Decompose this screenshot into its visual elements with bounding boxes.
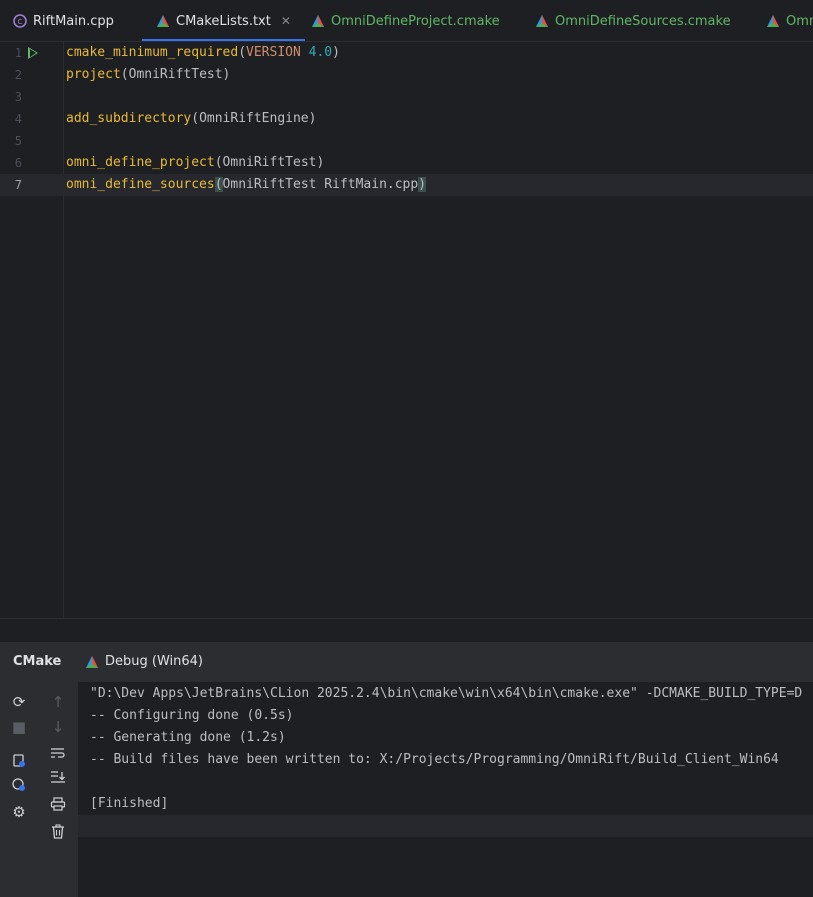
tab-debug-win64[interactable]: Debug (Win64) [85,654,203,669]
code-line[interactable]: 1 cmake_minimum_required(VERSION 4.0) [0,42,813,64]
stop-icon[interactable]: ■ [8,716,30,738]
cmake-file-icon [157,15,169,27]
console-line: -- Configuring done (0.5s) [90,708,294,723]
code-line[interactable]: 5 [0,130,813,152]
trash-icon[interactable] [47,820,69,842]
code-text: omni_define_project(OmniRiftTest) [66,155,325,170]
tab-label: OmniDefineProject.cmake [331,13,500,29]
tool-window-title: CMake [13,654,62,669]
line-number: 4 [14,112,22,126]
code-line[interactable]: 4 add_subdirectory(OmniRiftEngine) [0,108,813,130]
console-line: -- Build files have been written to: X:/… [90,752,779,767]
line-number: 6 [14,156,22,170]
run-icon[interactable] [28,47,38,59]
scroll-to-end-icon[interactable] [47,766,69,788]
cmake-icon [86,655,98,668]
editor-panel-divider[interactable] [0,618,813,642]
code-text: cmake_minimum_required(VERSION 4.0) [66,45,340,60]
cmake-file-icon [536,15,548,27]
tool-window-header: CMake Debug (Win64) [0,642,813,682]
clean-reload-icon[interactable] [8,749,30,771]
line-number: 2 [14,68,22,82]
line-number: 1 [14,46,22,60]
tab-riftmain-cpp[interactable]: C RiftMain.cpp [13,0,114,41]
tab-omnidefinesources[interactable]: OmniDefineSources.cmake [535,0,731,41]
tab-label: OmniDefineSources.cmake [555,13,731,29]
console-line: [Finished] [90,796,169,811]
tab-label: Debug (Win64) [105,654,203,669]
line-number: 7 [14,178,22,192]
cpp-file-icon: C [13,14,27,28]
console-caret-line[interactable] [78,815,813,837]
settings-icon[interactable]: ⚙ [8,801,30,823]
svg-text:C: C [18,18,23,26]
close-icon[interactable]: ✕ [281,14,291,28]
tab-omnidefineproject[interactable]: OmniDefineProject.cmake [311,0,500,41]
tab-label: CMakeLists.txt [176,13,271,29]
editor-tab-bar: C RiftMain.cpp CMakeLists.txt ✕ OmniDefi… [0,0,813,42]
reset-cache-icon[interactable] [8,774,30,796]
tool-window-toolbar: ⟳ ■ ⚙ ↑ ↓ [0,682,78,897]
reload-icon[interactable]: ⟳ [8,691,30,713]
console-line: "D:\Dev Apps\JetBrains\CLion 2025.2.4\bi… [90,686,803,701]
code-editor[interactable]: 1 cmake_minimum_required(VERSION 4.0) 2 … [0,42,813,618]
cmake-file-icon [312,15,324,27]
tab-label: Omni [786,13,813,29]
code-text: add_subdirectory(OmniRiftEngine) [66,111,317,126]
code-text: omni_define_sources(OmniRiftTest RiftMai… [66,177,427,192]
code-line[interactable]: 6 omni_define_project(OmniRiftTest) [0,152,813,174]
soft-wrap-icon[interactable] [47,742,69,764]
arrow-down-icon[interactable]: ↓ [47,716,69,738]
tool-window-body: ⟳ ■ ⚙ ↑ ↓ "D:\Dev Apps\JetBrains\CLion 2… [0,682,813,897]
print-icon[interactable] [47,793,69,815]
tab-omni-truncated[interactable]: Omni [766,0,813,41]
code-line[interactable]: 3 [0,86,813,108]
tab-cmakelists[interactable]: CMakeLists.txt ✕ [142,0,305,41]
code-line-current[interactable]: 7 omni_define_sources(OmniRiftTest RiftM… [0,174,813,196]
arrow-up-icon[interactable]: ↑ [47,691,69,713]
tab-label: RiftMain.cpp [33,13,114,29]
cmake-file-icon [767,15,779,27]
code-line[interactable]: 2 project(OmniRiftTest) [0,64,813,86]
console-line: -- Generating done (1.2s) [90,730,286,745]
code-text: project(OmniRiftTest) [66,67,231,82]
line-number: 3 [14,90,22,104]
line-number: 5 [14,134,22,148]
console-output[interactable]: "D:\Dev Apps\JetBrains\CLion 2025.2.4\bi… [78,682,813,897]
